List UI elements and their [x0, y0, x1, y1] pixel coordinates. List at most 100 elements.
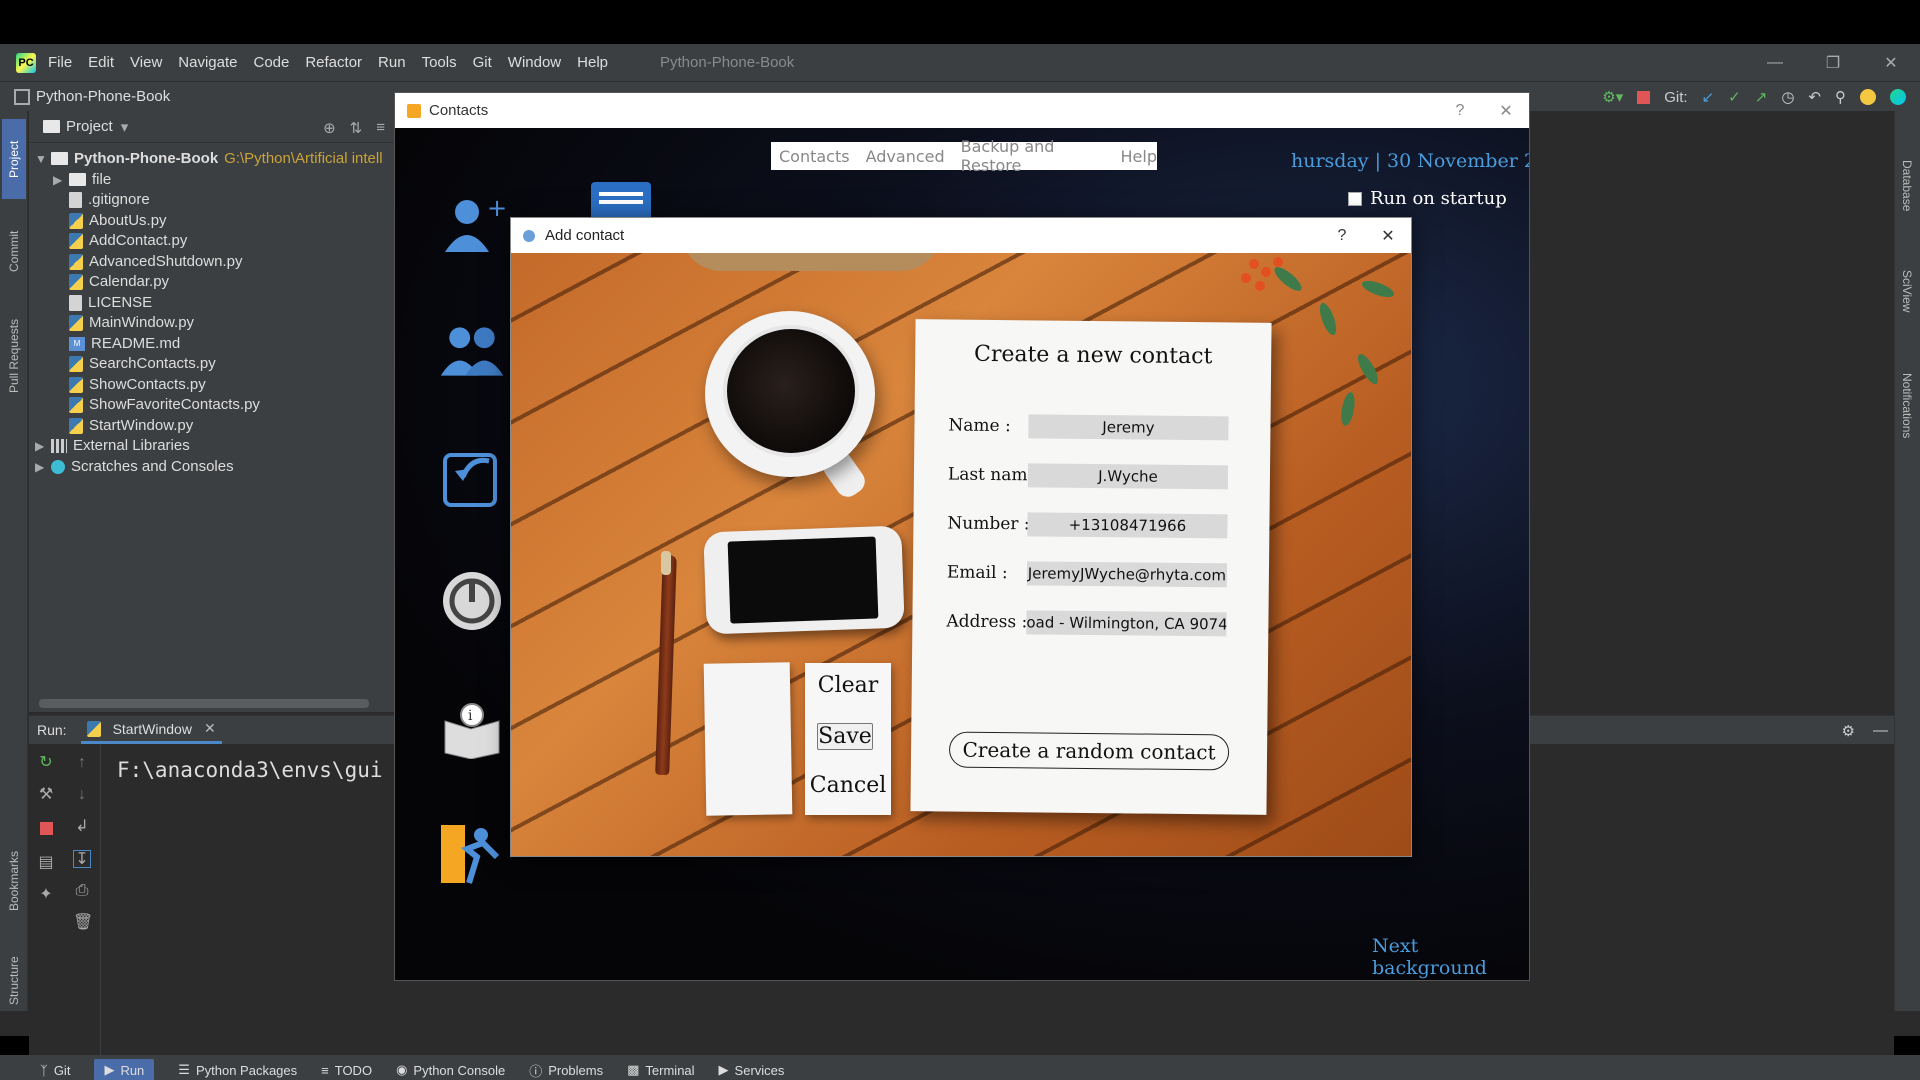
close-icon[interactable]: ✕: [1365, 218, 1411, 253]
restore-icon[interactable]: ❐: [1804, 44, 1862, 81]
number-field[interactable]: [1027, 512, 1228, 539]
rollback-icon[interactable]: ↶: [1808, 88, 1821, 106]
menu-view[interactable]: View: [130, 54, 162, 71]
save-button[interactable]: Save: [817, 723, 873, 750]
help-icon[interactable]: ?: [1319, 218, 1365, 253]
next-background-link[interactable]: Next background: [1372, 935, 1529, 979]
project-breadcrumb[interactable]: Python-Phone-Book: [36, 88, 170, 105]
menu-git[interactable]: Git: [473, 54, 492, 71]
show-contacts-icon[interactable]: [437, 316, 507, 386]
tree-item-label: AddContact.py: [89, 232, 188, 249]
tree-item-label: Calendar.py: [89, 273, 170, 290]
menu-navigate[interactable]: Navigate: [178, 54, 237, 71]
expand-all-icon[interactable]: ⇅: [350, 119, 363, 137]
menu-code[interactable]: Code: [253, 54, 289, 71]
statusbar-run[interactable]: ▶ Run: [94, 1059, 155, 1080]
locate-icon[interactable]: ⊕: [323, 119, 336, 137]
close-tab-icon[interactable]: ✕: [204, 720, 216, 737]
menu-refactor[interactable]: Refactor: [305, 54, 362, 71]
help-icon[interactable]: ?: [1437, 93, 1483, 128]
chevron-right-icon[interactable]: ▶: [35, 460, 51, 474]
menu-window[interactable]: Window: [508, 54, 561, 71]
statusbar-terminal[interactable]: ▩ Terminal: [627, 1062, 694, 1078]
name-field[interactable]: [1028, 414, 1229, 441]
project-panel-title[interactable]: Project: [66, 118, 113, 135]
search-icon[interactable]: ⚲: [1835, 88, 1846, 106]
tab-sciview[interactable]: SciView: [1896, 251, 1918, 331]
add-contact-icon[interactable]: +: [437, 190, 507, 260]
soft-wrap-icon[interactable]: ↲: [73, 818, 91, 836]
stop-icon[interactable]: [1637, 90, 1651, 104]
exit-door-icon[interactable]: [437, 818, 507, 888]
person-icon: [523, 229, 535, 242]
about-info-icon[interactable]: i: [437, 695, 507, 765]
close-icon[interactable]: ✕: [1862, 44, 1920, 81]
power-shutdown-icon[interactable]: [437, 566, 507, 636]
close-icon[interactable]: ✕: [1483, 93, 1529, 128]
rerun-icon[interactable]: ↻: [37, 754, 55, 772]
chevron-down-icon[interactable]: ▼: [35, 152, 51, 166]
up-arrow-icon[interactable]: ↑: [73, 754, 91, 772]
minimize-icon[interactable]: —: [1746, 44, 1804, 81]
statusbar-services[interactable]: ▶ Services: [719, 1062, 785, 1078]
settings-gear-icon[interactable]: ⚙: [1842, 722, 1855, 740]
hide-panel-icon[interactable]: —: [1873, 722, 1888, 740]
menu-advanced[interactable]: Advanced: [866, 147, 945, 166]
email-field[interactable]: [1026, 561, 1228, 588]
down-arrow-icon[interactable]: ↓: [73, 786, 91, 804]
plugin-icon[interactable]: [1890, 89, 1906, 105]
menu-contacts[interactable]: Contacts: [779, 147, 850, 166]
tab-notifications[interactable]: Notifications: [1896, 351, 1918, 461]
horizontal-scrollbar[interactable]: [39, 699, 369, 708]
clear-button[interactable]: Clear: [805, 673, 891, 698]
tab-project[interactable]: Project: [2, 119, 26, 199]
scroll-to-end-icon[interactable]: ↧: [73, 850, 91, 868]
address-field[interactable]: [1026, 610, 1227, 637]
statusbar-python-packages[interactable]: ☰ Python Packages: [178, 1062, 297, 1078]
menu-file[interactable]: File: [48, 54, 72, 71]
tab-run-startwindow[interactable]: StartWindow ✕: [80, 716, 222, 744]
menu-help[interactable]: Help: [1121, 147, 1157, 166]
tab-bookmarks[interactable]: Bookmarks: [2, 831, 26, 931]
tree-scratches[interactable]: ▶ Scratches and Consoles: [35, 454, 234, 479]
run-on-startup-checkbox[interactable]: Run on startup: [1348, 188, 1507, 209]
contacts-list-icon[interactable]: [587, 178, 657, 218]
python-file-icon: [69, 376, 83, 393]
stop-icon[interactable]: [37, 822, 55, 840]
git-update-icon[interactable]: ↙: [1702, 88, 1715, 106]
git-commit-icon[interactable]: ✓: [1728, 88, 1741, 106]
tab-structure[interactable]: Structure: [2, 941, 26, 1021]
cancel-button[interactable]: Cancel: [805, 773, 891, 798]
run-config-icon[interactable]: ⚙▾: [1602, 88, 1623, 106]
checkbox-icon[interactable]: [1348, 191, 1362, 206]
menu-help[interactable]: Help: [577, 54, 608, 71]
menu-backup-restore[interactable]: Backup and Restore: [961, 137, 1105, 175]
history-icon[interactable]: ◷: [1781, 88, 1794, 106]
run-on-startup-label: Run on startup: [1370, 188, 1507, 209]
statusbar-python-console[interactable]: ◉ Python Console: [396, 1062, 505, 1078]
statusbar-git[interactable]: ᛉ Git: [40, 1063, 70, 1078]
chevron-right-icon[interactable]: ▶: [53, 173, 69, 187]
pin-icon[interactable]: ✦: [37, 886, 55, 904]
trash-icon[interactable]: 🗑: [73, 914, 93, 932]
create-random-contact-button[interactable]: Create a random contact: [948, 731, 1230, 771]
print-icon[interactable]: ⎙: [73, 882, 91, 900]
wrench-icon[interactable]: ⚒: [37, 786, 55, 804]
tab-database[interactable]: Database: [1896, 141, 1918, 231]
console-output[interactable]: F:\anaconda3\envs\gui: [117, 758, 383, 782]
update-icon[interactable]: [1860, 89, 1876, 105]
backup-restore-icon[interactable]: [437, 443, 507, 513]
collapse-all-icon[interactable]: ≡: [376, 119, 385, 137]
menu-run[interactable]: Run: [378, 54, 406, 71]
chevron-down-icon[interactable]: ▾: [121, 118, 129, 136]
tab-commit[interactable]: Commit: [2, 211, 26, 291]
layout-icon[interactable]: ▤: [37, 854, 55, 872]
statusbar-todo[interactable]: ≡ TODO: [321, 1063, 372, 1078]
last-name-field[interactable]: [1027, 463, 1229, 490]
menu-edit[interactable]: Edit: [88, 54, 114, 71]
chevron-right-icon[interactable]: ▶: [35, 439, 51, 453]
statusbar-problems[interactable]: ⓘ Problems: [529, 1061, 603, 1080]
tab-pull-requests[interactable]: Pull Requests: [2, 301, 26, 411]
menu-tools[interactable]: Tools: [422, 54, 457, 71]
git-push-icon[interactable]: ↗: [1755, 88, 1768, 106]
